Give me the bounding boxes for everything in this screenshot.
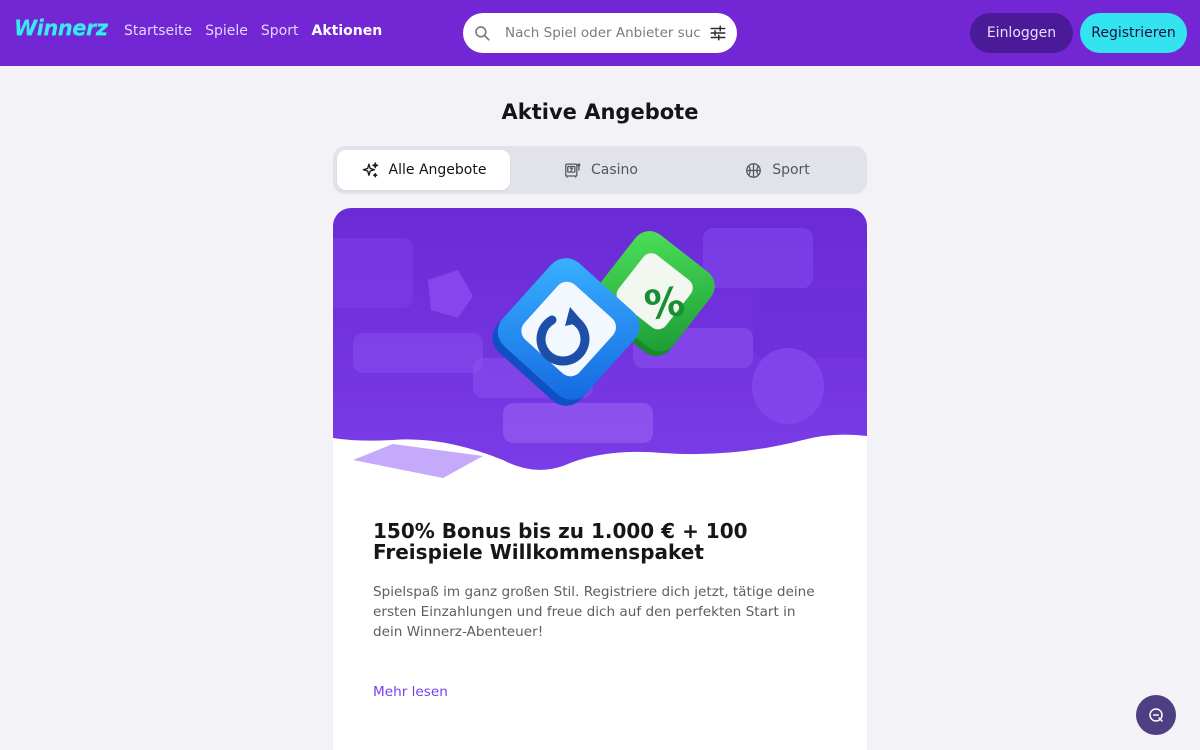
svg-text:%: %	[642, 279, 688, 330]
nav-aktionen[interactable]: Aktionen	[311, 23, 382, 39]
search-input[interactable]	[505, 22, 701, 44]
tab-label: Casino	[591, 162, 638, 178]
offer-description: Spielspaß im ganz großen Stil. Registrie…	[373, 584, 815, 640]
tab-alle-angebote[interactable]: Alle Angebote	[337, 150, 510, 190]
read-more-link[interactable]: Mehr lesen	[373, 684, 448, 700]
basketball-icon	[746, 162, 762, 178]
winnerz-logo[interactable]: Winnerz	[14, 16, 108, 40]
offer-card: % 150% Bonus bis zu 1.000 € + 100 Freisp…	[333, 208, 867, 750]
nav-sport[interactable]: Sport	[261, 23, 299, 39]
chat-button[interactable]	[1136, 695, 1176, 735]
sliders-icon[interactable]	[709, 24, 727, 42]
tab-sport[interactable]: Sport	[691, 150, 863, 190]
page-title: Aktive Angebote	[501, 100, 699, 124]
top-header: Winnerz Startseite Spiele Sport Aktionen…	[0, 0, 1200, 66]
tab-casino[interactable]: Casino	[514, 150, 687, 190]
nav-spiele[interactable]: Spiele	[205, 23, 248, 39]
register-button[interactable]: Registrieren	[1080, 13, 1187, 53]
offer-tabs: Alle Angebote Casino Sport	[333, 146, 867, 194]
tab-label: Sport	[772, 162, 810, 178]
main-nav: Startseite Spiele Sport Aktionen	[124, 23, 382, 39]
chat-icon	[1149, 708, 1163, 722]
search-bar	[463, 13, 737, 53]
sparkles-icon	[362, 161, 378, 178]
tab-label: Alle Angebote	[388, 162, 487, 178]
offer-banner-image[interactable]: %	[333, 208, 867, 483]
offer-title: 150% Bonus bis zu 1.000 € + 100 Freispie…	[373, 519, 748, 564]
search-icon	[475, 26, 490, 41]
slot-machine-icon	[565, 162, 581, 178]
login-button[interactable]: Einloggen	[970, 13, 1073, 53]
nav-startseite[interactable]: Startseite	[124, 23, 192, 39]
